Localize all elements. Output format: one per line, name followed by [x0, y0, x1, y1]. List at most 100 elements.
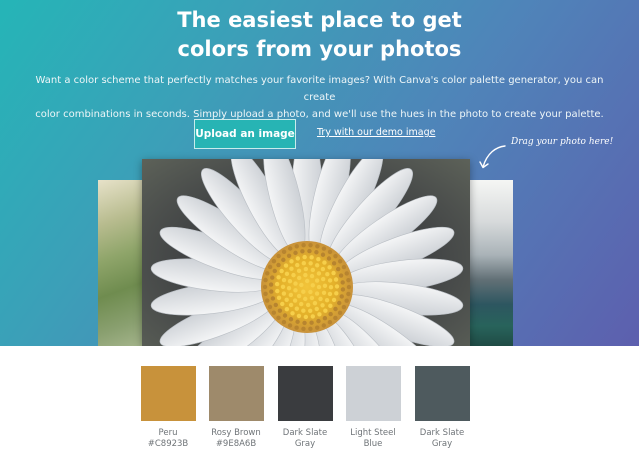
swatch-dark-slate-gray-1[interactable] [278, 366, 333, 421]
center-dot [328, 311, 333, 317]
center-dot [314, 291, 320, 296]
center-dot [322, 260, 327, 265]
swatch-dark-slate-gray-2[interactable] [415, 366, 470, 421]
center-dot [296, 293, 302, 299]
center-dot [309, 273, 315, 279]
swatch-rosy-brown[interactable] [209, 366, 264, 421]
center-dot [321, 290, 327, 296]
swatch-light-steel-blue[interactable] [346, 366, 401, 421]
swatch-name: Light Steel [350, 428, 396, 438]
center-dot [312, 300, 318, 306]
center-dot [308, 261, 313, 266]
center-dot [310, 314, 315, 319]
hero-subtitle-line-1: Want a color scheme that perfectly match… [35, 75, 604, 103]
center-dot [263, 291, 268, 297]
swatch-peru[interactable] [141, 366, 196, 421]
center-dot [315, 325, 320, 330]
swatch-name-line-2: Gray [431, 439, 453, 449]
center-dot [281, 277, 287, 283]
center-dot [334, 284, 340, 289]
center-dot [299, 282, 304, 288]
center-dot [340, 287, 346, 292]
center-dot [331, 270, 336, 276]
center-dot [288, 302, 294, 308]
center-dot [287, 323, 293, 328]
swatch-hex: #9E8A6B [215, 439, 257, 449]
hero-section: The easiest place to get colors from you… [0, 0, 639, 346]
center-dot [316, 271, 322, 276]
hero-title-line-1: The easiest place to get [177, 8, 462, 32]
center-dot [309, 295, 315, 301]
center-dot [263, 277, 268, 283]
center-dot [276, 275, 281, 280]
center-dot [346, 284, 352, 290]
center-dot [290, 311, 295, 316]
center-dot [339, 294, 344, 299]
center-dot [303, 296, 308, 302]
center-dot [295, 262, 300, 268]
center-dot [262, 284, 268, 290]
center-dot [265, 298, 270, 303]
center-dot [310, 283, 315, 288]
daisy-photo [142, 159, 470, 346]
daisy-illustration [150, 159, 464, 346]
center-dot [316, 284, 322, 290]
center-dot [331, 297, 337, 303]
center-dot [267, 264, 273, 270]
center-dot [284, 271, 290, 277]
center-dot [328, 285, 334, 290]
center-dot [301, 242, 306, 248]
left-preview-photo [98, 180, 144, 346]
center-dot [327, 265, 332, 270]
center-dot [301, 308, 306, 313]
center-dot [288, 292, 294, 298]
center-dot [344, 271, 349, 276]
center-dot [322, 283, 328, 289]
hero-subtitle: Want a color scheme that perfectly match… [30, 72, 609, 123]
upload-image-button[interactable]: Upload an image [194, 119, 296, 149]
center-dot [309, 320, 314, 325]
center-dot [346, 291, 351, 297]
center-dot [301, 326, 306, 332]
center-dot [321, 246, 327, 251]
center-dot [289, 259, 294, 264]
center-dot [276, 262, 281, 268]
center-dot [325, 272, 330, 277]
center-dot [307, 248, 312, 254]
center-dot [282, 313, 288, 318]
swatch-label-light-steel-blue: Light Steel Blue [333, 428, 413, 450]
center-dot [295, 319, 300, 324]
flower-center [261, 241, 353, 333]
center-dot [288, 246, 293, 251]
center-dot [310, 267, 316, 273]
center-dot [333, 315, 338, 321]
center-dot [316, 257, 321, 262]
center-dot [324, 297, 330, 303]
center-dot [295, 256, 301, 261]
center-dot [289, 266, 294, 271]
center-dot [309, 255, 314, 260]
center-dot [293, 288, 298, 293]
center-dot [294, 306, 300, 311]
center-dot [346, 277, 351, 283]
center-dot [337, 310, 343, 316]
swatch-label-dark-slate-gray-2: Dark Slate Gray [402, 428, 482, 450]
center-dot [298, 301, 304, 307]
center-dot [284, 307, 290, 312]
center-dot [286, 253, 292, 258]
center-dot [303, 272, 308, 278]
center-dot [317, 312, 322, 317]
center-dot [291, 272, 296, 278]
center-dot [314, 250, 319, 255]
center-dot [268, 282, 274, 287]
center-dot [270, 275, 275, 280]
center-dot [302, 320, 307, 326]
center-dot [304, 278, 310, 284]
center-dot [265, 271, 270, 276]
center-dot [333, 253, 338, 259]
swatch-name-line-2: Blue [363, 439, 383, 449]
hero-title: The easiest place to get colors from you… [0, 6, 639, 64]
center-dot [302, 254, 307, 260]
hero-subtitle-line-2: color combinations in seconds. Simply up… [35, 109, 604, 120]
demo-image-link[interactable]: Try with our demo image [317, 127, 435, 138]
